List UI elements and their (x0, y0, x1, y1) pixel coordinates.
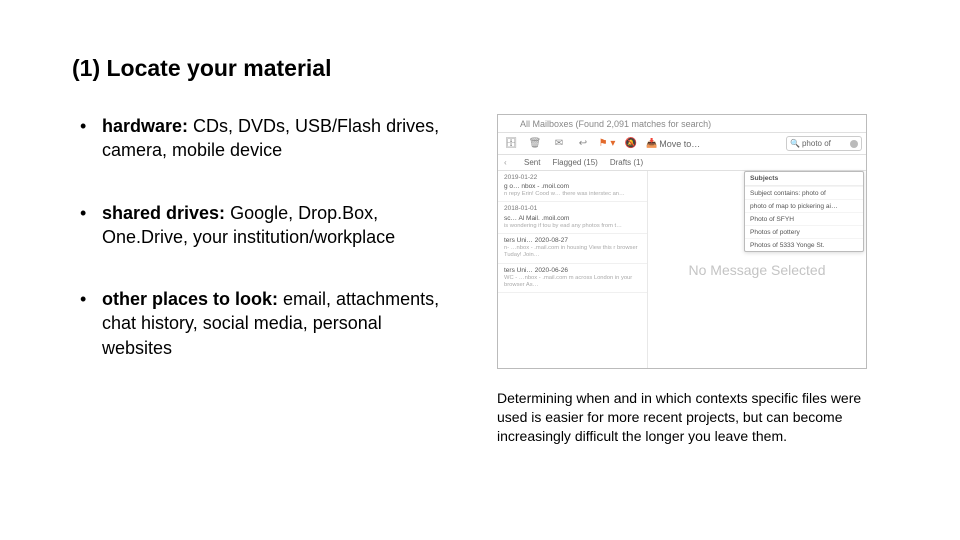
reply-icon[interactable]: ↩ (574, 137, 592, 151)
msg-preview: n- …nbox - .mail.com in housing View thi… (504, 245, 643, 259)
bullet-list: hardware: CDs, DVDs, USB/Flash drives, c… (72, 114, 442, 360)
archive-icon[interactable]: 🗄 (502, 137, 520, 151)
trash-icon[interactable]: 🗑 (526, 137, 544, 151)
left-column: hardware: CDs, DVDs, USB/Flash drives, c… (72, 114, 472, 446)
list-item[interactable]: ters Uni… 2020-06-26 WC - …nbox - .mail.… (498, 264, 647, 294)
image-caption: Determining when and in which contexts s… (497, 389, 867, 446)
bullet-label: shared drives: (102, 203, 225, 223)
clear-search-icon[interactable] (850, 140, 858, 148)
tab-sent[interactable]: Sent (524, 158, 540, 167)
msg-from: ters Uni… 2020-06-26 (504, 267, 643, 275)
mail-body: 2019-01-22 g o… nbox - .moil.com n repy … (498, 171, 866, 368)
msg-date: 2019-01-22 (504, 174, 643, 182)
mail-toolbar: 🗄 🗑 ✉ ↩ ⚑ ▾ 🔕 📥Move to… 🔍 photo of (498, 133, 866, 155)
dropdown-item[interactable]: Photos of 5333 Yonge St. (745, 238, 863, 251)
msg-date: 2018-01-01 (504, 205, 643, 213)
slide-title: (1) Locate your material (72, 55, 890, 82)
dropdown-item[interactable]: Subject contains: photo of (745, 186, 863, 199)
dropdown-item[interactable]: photo of map to pickering ai… (745, 199, 863, 212)
search-suggestions-dropdown: Subjects Subject contains: photo of phot… (744, 171, 864, 252)
search-icon: 🔍 (790, 139, 800, 148)
search-value: photo of (802, 139, 831, 148)
right-column: All Mailboxes (Found 2,091 matches for s… (497, 114, 882, 446)
msg-from: ters Uni… 2020-08-27 (504, 237, 643, 245)
move-to-button[interactable]: 📥Move to… (646, 138, 700, 149)
msg-preview: n repy Erin! Cood w… there was interstec… (504, 191, 643, 198)
tab-flagged[interactable]: Flagged (15) (552, 158, 597, 167)
msg-preview: is wondering if tou by ead any photos fr… (504, 223, 643, 230)
msg-from: sc… Al Mail. .moil.com (504, 215, 643, 223)
bullet-item: other places to look: email, attachments… (72, 287, 442, 360)
mail-titlebar: All Mailboxes (Found 2,091 matches for s… (498, 115, 866, 133)
no-message-label: No Message Selected (689, 262, 826, 278)
mail-tabs: ‹ Sent Flagged (15) Drafts (1) (498, 155, 866, 171)
dropdown-item[interactable]: Photo of SFYH (745, 212, 863, 225)
tab-drafts[interactable]: Drafts (1) (610, 158, 643, 167)
list-item[interactable]: ters Uni… 2020-08-27 n- …nbox - .mail.co… (498, 234, 647, 264)
search-input[interactable]: 🔍 photo of (786, 136, 862, 151)
list-item[interactable]: 2019-01-22 g o… nbox - .moil.com n repy … (498, 171, 647, 202)
dropdown-header: Subjects (745, 172, 863, 186)
flag-icon[interactable]: ⚑ ▾ (598, 137, 616, 151)
bullet-label: other places to look: (102, 289, 278, 309)
junk-icon[interactable]: ✉ (550, 137, 568, 151)
slide: (1) Locate your material hardware: CDs, … (0, 0, 960, 540)
list-item[interactable]: 2018-01-01 sc… Al Mail. .moil.com is won… (498, 202, 647, 233)
bullet-item: shared drives: Google, Drop.Box, One.Dri… (72, 201, 442, 250)
msg-preview: WC - …nbox - .mail.com m across London i… (504, 275, 643, 289)
message-list: 2019-01-22 g o… nbox - .moil.com n repy … (498, 171, 648, 368)
dropdown-item[interactable]: Photos of pottery (745, 225, 863, 238)
message-preview-pane: Subjects Subject contains: photo of phot… (648, 171, 866, 368)
chevron-left-icon[interactable]: ‹ (504, 158, 507, 167)
mail-screenshot: All Mailboxes (Found 2,091 matches for s… (497, 114, 867, 369)
move-to-label: Move to… (659, 139, 700, 149)
mute-icon[interactable]: 🔕 (622, 137, 640, 151)
bullet-item: hardware: CDs, DVDs, USB/Flash drives, c… (72, 114, 442, 163)
msg-from: g o… nbox - .moil.com (504, 183, 643, 191)
bullet-label: hardware: (102, 116, 188, 136)
content-row: hardware: CDs, DVDs, USB/Flash drives, c… (72, 114, 890, 446)
